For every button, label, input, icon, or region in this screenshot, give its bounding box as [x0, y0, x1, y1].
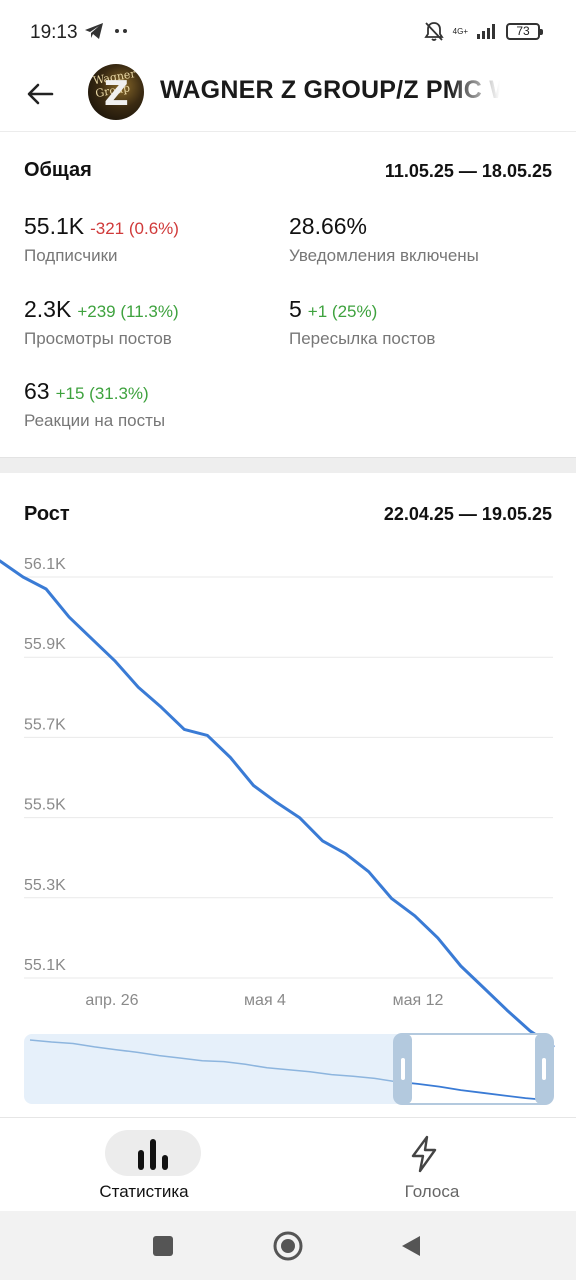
navigator-grip-left: [401, 1058, 405, 1080]
stat-notifications: 28.66% Уведомления включены: [289, 213, 479, 266]
network-label: 4G+: [452, 26, 468, 36]
stat-value: 5: [289, 296, 302, 322]
x-tick-label: мая 12: [393, 992, 444, 1009]
stat-value: 28.66%: [289, 213, 368, 239]
arrow-left-icon: [27, 83, 54, 105]
status-left-icons: [84, 22, 130, 40]
stat-value: 2.3K: [24, 296, 72, 322]
x-tick-label: апр. 26: [85, 992, 138, 1009]
growth-chart[interactable]: 56.1K 55.9K 55.7K 55.5K 55.3K 55.1K апр. 26 ма…: [0, 473, 576, 1118]
status-right-icons: 4G+ 73: [423, 20, 543, 42]
chart-y-ticks: 56.1K 55.9K 55.7K 55.5K 55.3K 55.1K: [24, 556, 66, 974]
stat-label: Просмотры постов: [24, 329, 172, 348]
bell-muted-icon: [423, 22, 444, 41]
section-divider: [0, 457, 576, 473]
tab-votes[interactable]: Голоса: [288, 1118, 576, 1212]
chart-navigator[interactable]: [24, 1033, 554, 1105]
y-tick-label: 55.5K: [24, 797, 66, 814]
chart-grid: [24, 576, 553, 979]
telegram-icon: [85, 23, 103, 39]
series-line: [0, 559, 555, 1048]
bar-chart-icon: [138, 1139, 168, 1170]
triangle-back-icon: [402, 1236, 420, 1256]
y-tick-label: 56.1K: [24, 556, 66, 573]
circle-icon: [273, 1231, 303, 1261]
stat-value: 55.1K: [24, 213, 85, 239]
stat-label: Подписчики: [24, 246, 118, 265]
more-dots-icon: [115, 29, 127, 33]
bottom-tab-bar: Статистика Голоса: [0, 1117, 576, 1211]
lightning-icon: [411, 1135, 437, 1173]
back-nav-button[interactable]: [394, 1229, 428, 1263]
back-button[interactable]: [22, 76, 58, 112]
overview-title: Общая: [24, 159, 92, 181]
channel-avatar[interactable]: Wagner Group Z: [88, 64, 144, 120]
status-bar: 19:13 4G+ 73: [0, 0, 576, 64]
growth-section: Рост 22.04.25 — 19.05.25 56.1K 55.9K 55.7K…: [0, 473, 576, 1118]
recents-button[interactable]: [146, 1229, 180, 1263]
chart-line-layer: [0, 559, 555, 1048]
chart-x-ticks: апр. 26 мая 4 мая 12: [85, 992, 443, 1009]
system-nav-bar: [0, 1211, 576, 1280]
tab-label: Голоса: [404, 1182, 460, 1201]
avatar-logo-letter: Z: [104, 74, 129, 114]
status-time: 19:13: [30, 22, 78, 43]
tab-label: Статистика: [99, 1182, 189, 1201]
stat-post-shares: 5 +1 (25%) Пересылка постов: [289, 296, 435, 349]
stat-subscribers: 55.1K -321 (0.6%) Подписчики: [24, 213, 179, 266]
stat-post-reactions: 63 +15 (31.3%) Реакции на посты: [24, 378, 165, 431]
stat-post-views: 2.3K +239 (11.3%) Просмотры постов: [24, 296, 179, 349]
overview-section: Общая 11.05.25 — 18.05.25 55.1K -321 (0.…: [0, 133, 576, 457]
square-icon: [153, 1236, 173, 1256]
channel-title: WAGNER Z GROUP/Z PMC W: [160, 76, 500, 104]
stat-delta: +15 (31.3%): [55, 384, 149, 403]
home-button[interactable]: [271, 1229, 305, 1263]
signal-icon: [477, 24, 495, 39]
app-header: Wagner Group Z WAGNER Z GROUP/Z PMC W: [0, 64, 576, 132]
y-tick-label: 55.3K: [24, 877, 66, 894]
y-tick-label: 55.1K: [24, 957, 66, 974]
tab-statistics[interactable]: Статистика: [0, 1118, 288, 1212]
stat-label: Пересылка постов: [289, 329, 436, 348]
overview-date-range: 11.05.25 — 18.05.25: [384, 161, 552, 181]
stat-value: 63: [24, 378, 50, 404]
stat-delta: +239 (11.3%): [77, 302, 179, 321]
y-tick-label: 55.7K: [24, 716, 66, 733]
stat-delta: -321 (0.6%): [90, 219, 179, 238]
x-tick-label: мая 4: [244, 992, 286, 1009]
y-tick-label: 55.9K: [24, 636, 66, 653]
navigator-grip-right: [542, 1058, 546, 1080]
stat-delta: +1 (25%): [307, 302, 378, 321]
battery-icon: 73: [506, 22, 543, 40]
stat-label: Уведомления включены: [289, 246, 479, 265]
navigator-window: [393, 1033, 554, 1105]
stat-label: Реакции на посты: [24, 411, 166, 430]
